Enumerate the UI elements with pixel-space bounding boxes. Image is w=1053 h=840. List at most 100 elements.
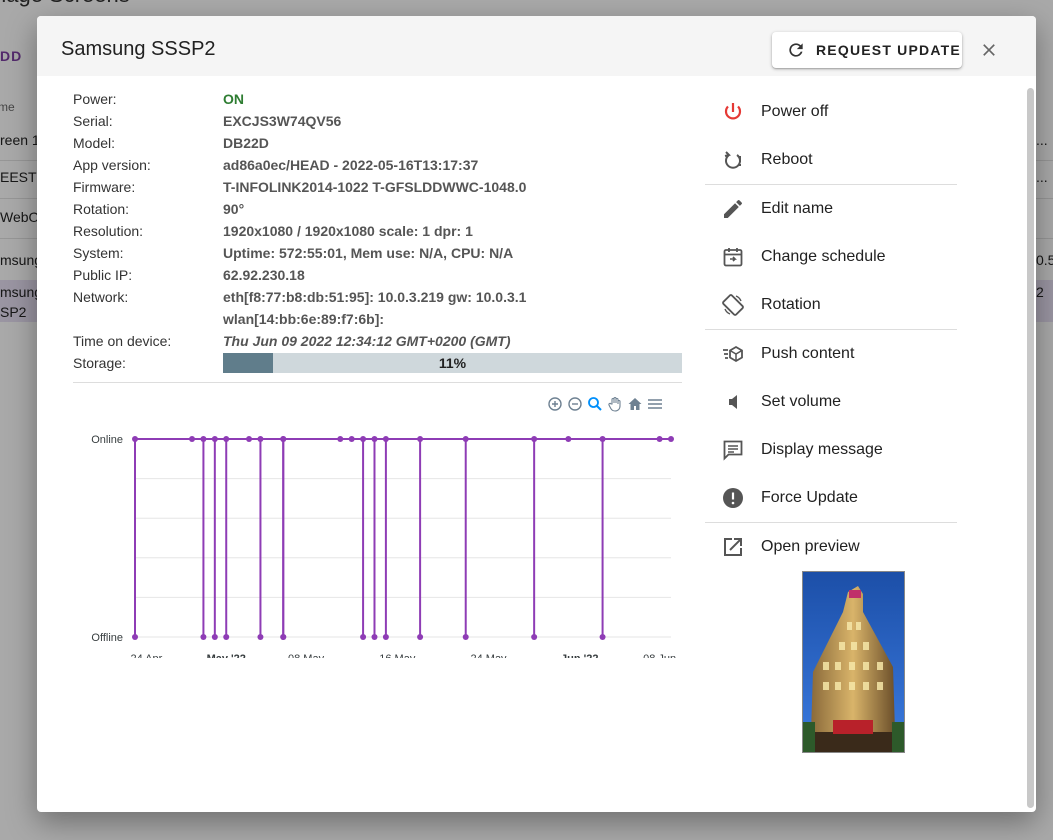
offline-point bbox=[417, 634, 424, 640]
x-tick-label: 24 May bbox=[470, 653, 507, 658]
info-value: ad86a0ec/HEAD - 2022-05-16T13:17:37 bbox=[223, 157, 479, 173]
menu-item-label: Set volume bbox=[761, 393, 842, 410]
rotation-menu-item[interactable]: Rotation bbox=[705, 281, 957, 329]
info-key: Power: bbox=[73, 91, 117, 107]
online-point bbox=[531, 436, 538, 442]
display-message-menu-item[interactable]: Display message bbox=[705, 426, 957, 474]
online-point bbox=[200, 436, 207, 442]
info-value: 90° bbox=[223, 201, 245, 217]
info-key: Time on device: bbox=[73, 333, 172, 349]
screen-rotation-icon bbox=[722, 294, 744, 316]
refresh-icon bbox=[789, 43, 803, 57]
change-schedule-menu-item[interactable]: Change schedule bbox=[705, 233, 957, 281]
offline-point bbox=[531, 634, 538, 640]
selection-zoom-icon[interactable] bbox=[587, 396, 603, 412]
info-row-power: Power: ON bbox=[73, 88, 683, 110]
device-dialog: Samsung SSSP2 REQUEST UPDATE Power: ON Se… bbox=[37, 16, 1036, 812]
info-row-network-wlan: wlan[14:bb:6e:89:f7:6b]: bbox=[73, 308, 683, 330]
y-tick-label: Offline bbox=[91, 632, 123, 644]
preview-illustration bbox=[803, 572, 904, 752]
info-key: App version: bbox=[73, 157, 151, 173]
edit-name-menu-item[interactable]: Edit name bbox=[705, 185, 957, 233]
x-tick-label: 08 Jun bbox=[643, 653, 676, 658]
menu-item-label: Edit name bbox=[761, 200, 834, 217]
power-status: ON bbox=[223, 91, 244, 107]
storage-percent: 11% bbox=[438, 355, 467, 371]
zoom-in-icon[interactable] bbox=[547, 396, 563, 412]
menu-item-label: Rotation bbox=[761, 296, 821, 313]
menu-item-label: Push content bbox=[761, 345, 855, 362]
set-volume-menu-item[interactable]: Set volume bbox=[705, 378, 957, 426]
storage-bar: 11% bbox=[223, 353, 682, 373]
info-value: EXCJS3W74QV56 bbox=[223, 113, 342, 129]
offline-point bbox=[223, 634, 230, 640]
info-row-firmware: Firmware: T-INFOLINK2014-1022 T-GFSLDDWWC… bbox=[73, 176, 683, 198]
power-off-menu-item[interactable]: Power off bbox=[705, 88, 957, 136]
menu-icon[interactable] bbox=[647, 396, 663, 412]
close-icon[interactable] bbox=[979, 40, 999, 60]
info-row-public-ip: Public IP: 62.92.230.18 bbox=[73, 264, 683, 286]
x-tick-label: 24 Apr bbox=[130, 653, 162, 658]
offline-point bbox=[382, 634, 389, 640]
y-tick-label: Online bbox=[91, 434, 123, 446]
info-value: 62.92.230.18 bbox=[223, 267, 305, 283]
alert-circle-icon bbox=[723, 488, 743, 508]
online-point bbox=[462, 436, 469, 442]
online-point bbox=[371, 436, 378, 442]
info-row-network: Network: eth[f8:77:b8:db:51:95]: 10.0.3.2… bbox=[73, 286, 683, 308]
info-row-storage: Storage: 11% bbox=[73, 352, 683, 374]
offline-point bbox=[462, 634, 469, 640]
open-preview-menu-item[interactable]: Open preview bbox=[705, 523, 957, 571]
chart-plot[interactable]: Online Offline 24 Apr May '22 08 May 16 May 24… bbox=[73, 388, 683, 665]
info-key: Network: bbox=[73, 289, 129, 305]
online-point bbox=[132, 436, 138, 442]
menu-item-label: Display message bbox=[761, 441, 883, 458]
pencil-icon bbox=[724, 199, 743, 218]
menu-item-label: Reboot bbox=[761, 151, 813, 168]
online-status-chart: Online Offline 24 Apr May '22 08 May 16 May 24… bbox=[73, 388, 683, 665]
online-point bbox=[246, 436, 253, 442]
info-key: Serial: bbox=[73, 113, 113, 129]
info-key: Rotation: bbox=[73, 201, 130, 217]
request-update-button[interactable]: REQUEST UPDATE bbox=[772, 32, 962, 68]
online-point bbox=[280, 436, 287, 442]
reset-home-icon[interactable] bbox=[627, 396, 643, 412]
zoom-out-icon[interactable] bbox=[567, 396, 583, 412]
info-row-time: Time on device: Thu Jun 09 2022 12:34:12 … bbox=[73, 330, 683, 352]
x-tick-label: 08 May bbox=[288, 653, 325, 658]
info-key: Public IP: bbox=[73, 267, 133, 283]
screen-preview-image[interactable] bbox=[802, 571, 905, 753]
message-icon bbox=[723, 440, 743, 461]
online-point bbox=[382, 436, 389, 442]
dialog-scrollbar[interactable] bbox=[1027, 88, 1034, 808]
offline-point bbox=[371, 634, 378, 640]
push-content-menu-item[interactable]: Push content bbox=[705, 330, 957, 378]
info-row-app-version: App version: ad86a0ec/HEAD - 2022-05-16T1… bbox=[73, 154, 683, 176]
online-point bbox=[599, 436, 606, 442]
device-actions-menu: Power off Reboot Edit name Change schedu… bbox=[705, 88, 957, 571]
info-row-rotation: Rotation: 90° bbox=[73, 198, 683, 220]
offline-point bbox=[200, 634, 207, 640]
power-icon bbox=[724, 103, 742, 120]
reboot-menu-item[interactable]: Reboot bbox=[705, 136, 957, 184]
offline-point bbox=[280, 634, 287, 640]
info-value: DB22D bbox=[223, 135, 269, 151]
pan-hand-icon[interactable] bbox=[607, 396, 623, 412]
info-key: Resolution: bbox=[73, 223, 144, 239]
info-row-system: System: Uptime: 572:55:01, Mem use: N/A, … bbox=[73, 242, 683, 264]
offline-point bbox=[599, 634, 606, 640]
open-external-icon bbox=[724, 538, 742, 556]
online-point bbox=[211, 436, 218, 442]
x-tick-label: Jun '22 bbox=[561, 653, 598, 658]
info-value: Uptime: 572:55:01, Mem use: N/A, CPU: N/… bbox=[223, 245, 514, 261]
info-value: eth[f8:77:b8:db:51:95]: 10.0.3.219 gw: 1… bbox=[223, 289, 527, 305]
dialog-header: Samsung SSSP2 REQUEST UPDATE bbox=[37, 16, 1036, 76]
info-divider bbox=[73, 382, 682, 383]
offline-point bbox=[360, 634, 367, 640]
force-update-menu-item[interactable]: Force Update bbox=[705, 474, 957, 522]
info-value: T-INFOLINK2014-1022 T-GFSLDDWWC-1048.0 bbox=[223, 179, 527, 195]
dialog-title: Samsung SSSP2 bbox=[61, 38, 216, 60]
x-tick-label: 16 May bbox=[379, 653, 416, 658]
online-point bbox=[565, 436, 572, 442]
online-point bbox=[223, 436, 230, 442]
